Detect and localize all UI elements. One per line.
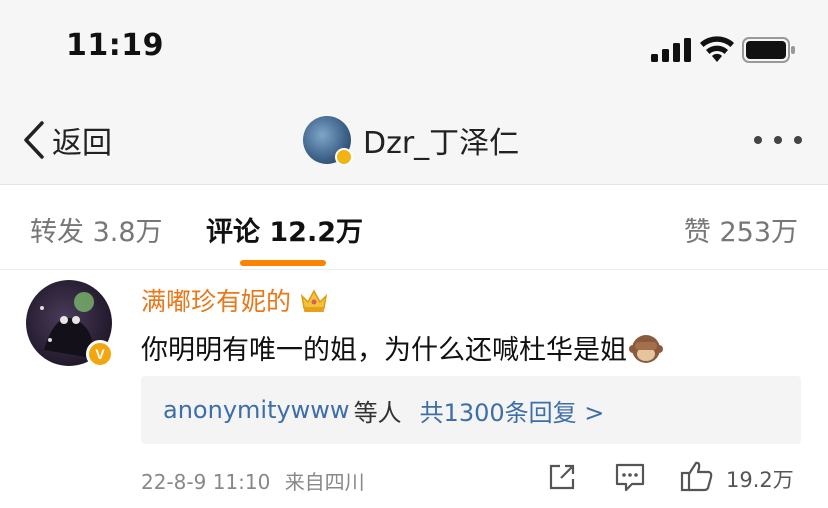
nav-profile[interactable]: Dzr_丁泽仁 <box>303 114 519 166</box>
comment-text: 你明明有唯一的姐，为什么还喊杜华是姐 <box>141 335 627 366</box>
crown-icon <box>300 289 328 312</box>
comment-meta: 22-8-9 11:10 来自四川 <box>141 466 365 495</box>
tab-comments[interactable]: 评论 12.2万 <box>206 210 363 249</box>
commenter-avatar[interactable]: V <box>26 280 114 368</box>
like-count: 19.2万 <box>726 468 794 492</box>
avatar[interactable] <box>303 116 353 166</box>
more-options-icon[interactable] <box>754 130 802 150</box>
wifi-icon <box>700 36 734 62</box>
share-icon[interactable] <box>547 462 577 492</box>
replies-preview[interactable]: anonymitywww 等人 共1300条回复 > <box>141 376 801 444</box>
comment-body: 你明明有唯一的姐，为什么还喊杜华是姐 <box>141 328 663 367</box>
comment-username[interactable]: 满嘟珍有妮的 <box>141 282 329 318</box>
nav-bar: 返回 Dzr_丁泽仁 <box>0 96 828 185</box>
battery-icon <box>742 37 795 63</box>
view-replies-link[interactable]: 共1300条回复 > <box>420 393 605 428</box>
status-bar: 11:19 <box>0 0 828 96</box>
comment-icon[interactable] <box>614 462 646 492</box>
status-time: 11:19 <box>66 28 164 63</box>
page-title: Dzr_丁泽仁 <box>363 126 520 161</box>
see-no-evil-monkey-icon <box>629 334 663 363</box>
tab-repost[interactable]: 转发 3.8万 <box>30 210 163 249</box>
verified-badge-icon: V <box>86 340 114 368</box>
back-label: 返回 <box>52 126 112 161</box>
tab-likes[interactable]: 赞 253万 <box>684 210 798 249</box>
comment-source: 来自四川 <box>284 470 365 494</box>
tab-bar: 转发 3.8万 评论 12.2万 赞 253万 <box>0 186 828 270</box>
cellular-signal-icon <box>651 38 691 62</box>
chevron-left-icon <box>24 121 44 159</box>
active-tab-indicator <box>240 260 326 266</box>
thumbs-up-icon[interactable] <box>680 460 714 492</box>
back-button[interactable]: 返回 <box>22 118 112 162</box>
reply-user-link[interactable]: anonymitywww <box>163 396 350 424</box>
comment-username-text: 满嘟珍有妮的 <box>141 287 292 316</box>
comment-timestamp: 22-8-9 11:10 <box>141 470 271 494</box>
verified-badge-icon <box>335 148 353 166</box>
reply-suffix: 等人 <box>353 398 402 427</box>
